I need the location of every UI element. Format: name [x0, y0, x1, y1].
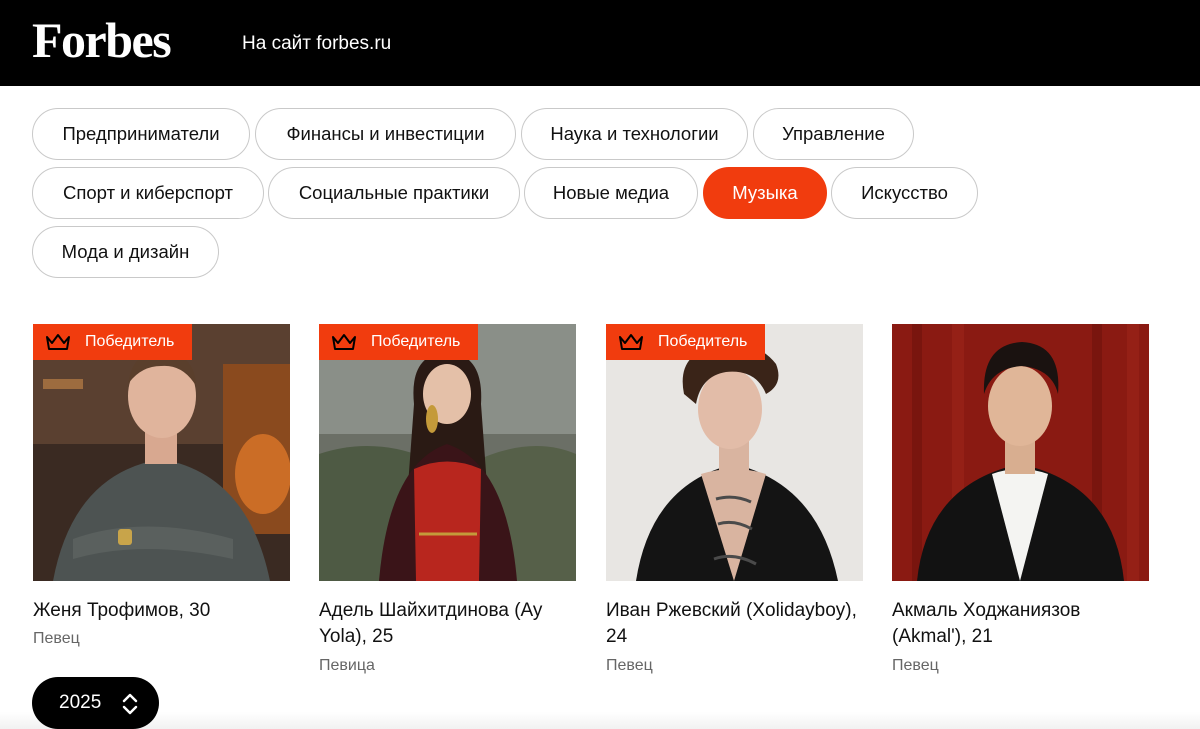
person-name[interactable]: Женя Трофимов, 30	[33, 598, 290, 624]
category-chip-art[interactable]: Искусство	[831, 167, 978, 219]
category-chip-sport[interactable]: Спорт и киберспорт	[32, 167, 264, 219]
person-name[interactable]: Иван Ржевский (Xolidayboy), 24	[606, 598, 863, 650]
badge-label: Победитель	[658, 333, 748, 350]
year-selector[interactable]: 2025	[32, 677, 159, 729]
badge-label: Победитель	[371, 333, 461, 350]
person-photo[interactable]	[319, 324, 576, 581]
category-chip-science[interactable]: Наука и технологии	[521, 108, 748, 160]
category-chip-music[interactable]: Музыка	[703, 167, 827, 219]
crown-icon	[332, 334, 356, 350]
site-link[interactable]: На сайт forbes.ru	[242, 32, 391, 56]
winner-badge: Победитель	[319, 324, 479, 360]
person-name[interactable]: Адель Шайхитдинова (Ay Yola), 25	[319, 598, 576, 650]
forbes-logo[interactable]: Forbes	[32, 10, 172, 70]
person-role: Певец	[606, 657, 653, 674]
winner-badge: Победитель	[606, 324, 766, 360]
person-role: Певица	[319, 657, 375, 674]
bottom-fade	[0, 712, 1200, 729]
person-role: Певец	[892, 657, 939, 674]
badge-label: Победитель	[85, 333, 175, 350]
year-value: 2025	[59, 692, 102, 713]
person-photo[interactable]	[606, 324, 863, 581]
person-photo[interactable]	[33, 324, 290, 581]
category-chip-management[interactable]: Управление	[753, 108, 914, 160]
winner-badge: Победитель	[33, 324, 193, 360]
person-name[interactable]: Акмаль Ходжаниязов (Akmal'), 21	[892, 598, 1149, 650]
category-chip-entrepreneurs[interactable]: Предприниматели	[32, 108, 250, 160]
category-chip-new-media[interactable]: Новые медиа	[524, 167, 698, 219]
person-role: Певец	[33, 630, 80, 647]
category-chip-fashion[interactable]: Мода и дизайн	[32, 226, 219, 278]
person-photo[interactable]	[892, 324, 1149, 581]
site-header: Forbes На сайт forbes.ru	[0, 0, 1200, 86]
crown-icon	[46, 334, 70, 350]
category-chip-social[interactable]: Социальные практики	[268, 167, 520, 219]
crown-icon	[619, 334, 643, 350]
chevron-up-down-icon	[122, 693, 138, 715]
category-chip-finance[interactable]: Финансы и инвестиции	[255, 108, 516, 160]
